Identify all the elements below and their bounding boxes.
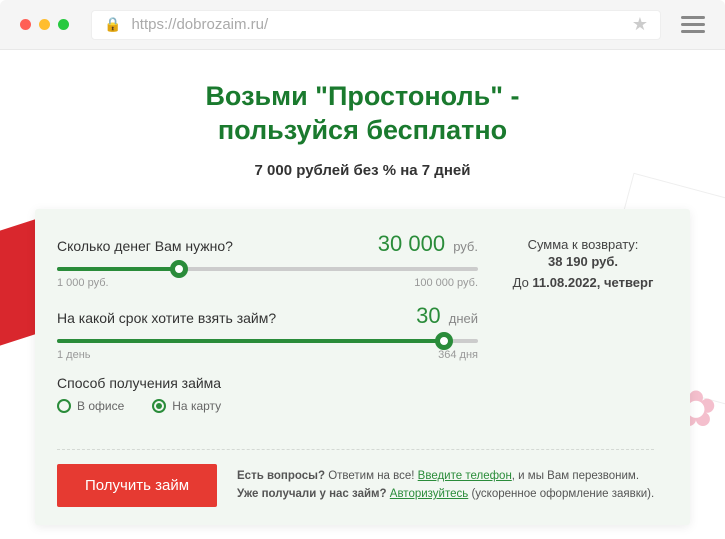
method-label: Способ получения займа	[57, 375, 478, 391]
term-max: 364 дня	[438, 349, 478, 361]
amount-slider-block: Сколько денег Вам нужно? 30 000 руб. 1 0…	[57, 231, 478, 289]
hero-title: Возьми "Простоноль" - пользуйся бесплатн…	[20, 80, 705, 148]
return-amount: 38 190 руб.	[498, 254, 668, 269]
maximize-dot[interactable]	[58, 19, 69, 30]
term-slider-block: На какой срок хотите взять займ? 30 дней…	[57, 303, 478, 361]
return-summary: Сумма к возврату: 38 190 руб. До 11.08.2…	[498, 231, 668, 413]
term-min: 1 день	[57, 349, 91, 361]
method-radio-1[interactable]: На карту	[152, 399, 221, 413]
term-slider-handle[interactable]	[435, 332, 453, 350]
lock-icon: 🔒	[104, 16, 121, 33]
method-radio-0[interactable]: В офисе	[57, 399, 124, 413]
submit-button[interactable]: Получить займ	[57, 464, 217, 507]
radio-label: В офисе	[77, 399, 124, 413]
amount-slider[interactable]	[57, 267, 478, 271]
url-text: https://dobrozaim.ru/	[131, 16, 631, 33]
amount-label: Сколько денег Вам нужно?	[57, 238, 233, 254]
return-date: До 11.08.2022, четверг	[498, 275, 668, 290]
amount-slider-handle[interactable]	[170, 260, 188, 278]
amount-max: 100 000 руб.	[414, 277, 478, 289]
browser-chrome: 🔒 https://dobrozaim.ru/ ★	[0, 0, 725, 50]
minimize-dot[interactable]	[39, 19, 50, 30]
menu-icon[interactable]	[681, 12, 705, 37]
footer-help-text: Есть вопросы? Ответим на все! Введите те…	[237, 467, 654, 504]
radio-label: На карту	[172, 399, 221, 413]
enter-phone-link[interactable]: Введите телефон	[418, 470, 512, 482]
term-slider[interactable]	[57, 339, 478, 343]
term-value: 30 дней	[416, 303, 478, 329]
hero-subtitle: 7 000 рублей без % на 7 дней	[20, 162, 705, 179]
amount-value: 30 000 руб.	[378, 231, 478, 257]
bookmark-star-icon[interactable]: ★	[632, 14, 648, 35]
loan-calculator: Сколько денег Вам нужно? 30 000 руб. 1 0…	[35, 209, 690, 525]
term-label: На какой срок хотите взять займ?	[57, 310, 276, 326]
return-label: Сумма к возврату:	[498, 237, 668, 252]
close-dot[interactable]	[20, 19, 31, 30]
amount-min: 1 000 руб.	[57, 277, 109, 289]
window-controls	[20, 19, 69, 30]
login-link[interactable]: Авторизуйтесь	[390, 488, 468, 500]
address-bar[interactable]: 🔒 https://dobrozaim.ru/ ★	[91, 10, 661, 40]
